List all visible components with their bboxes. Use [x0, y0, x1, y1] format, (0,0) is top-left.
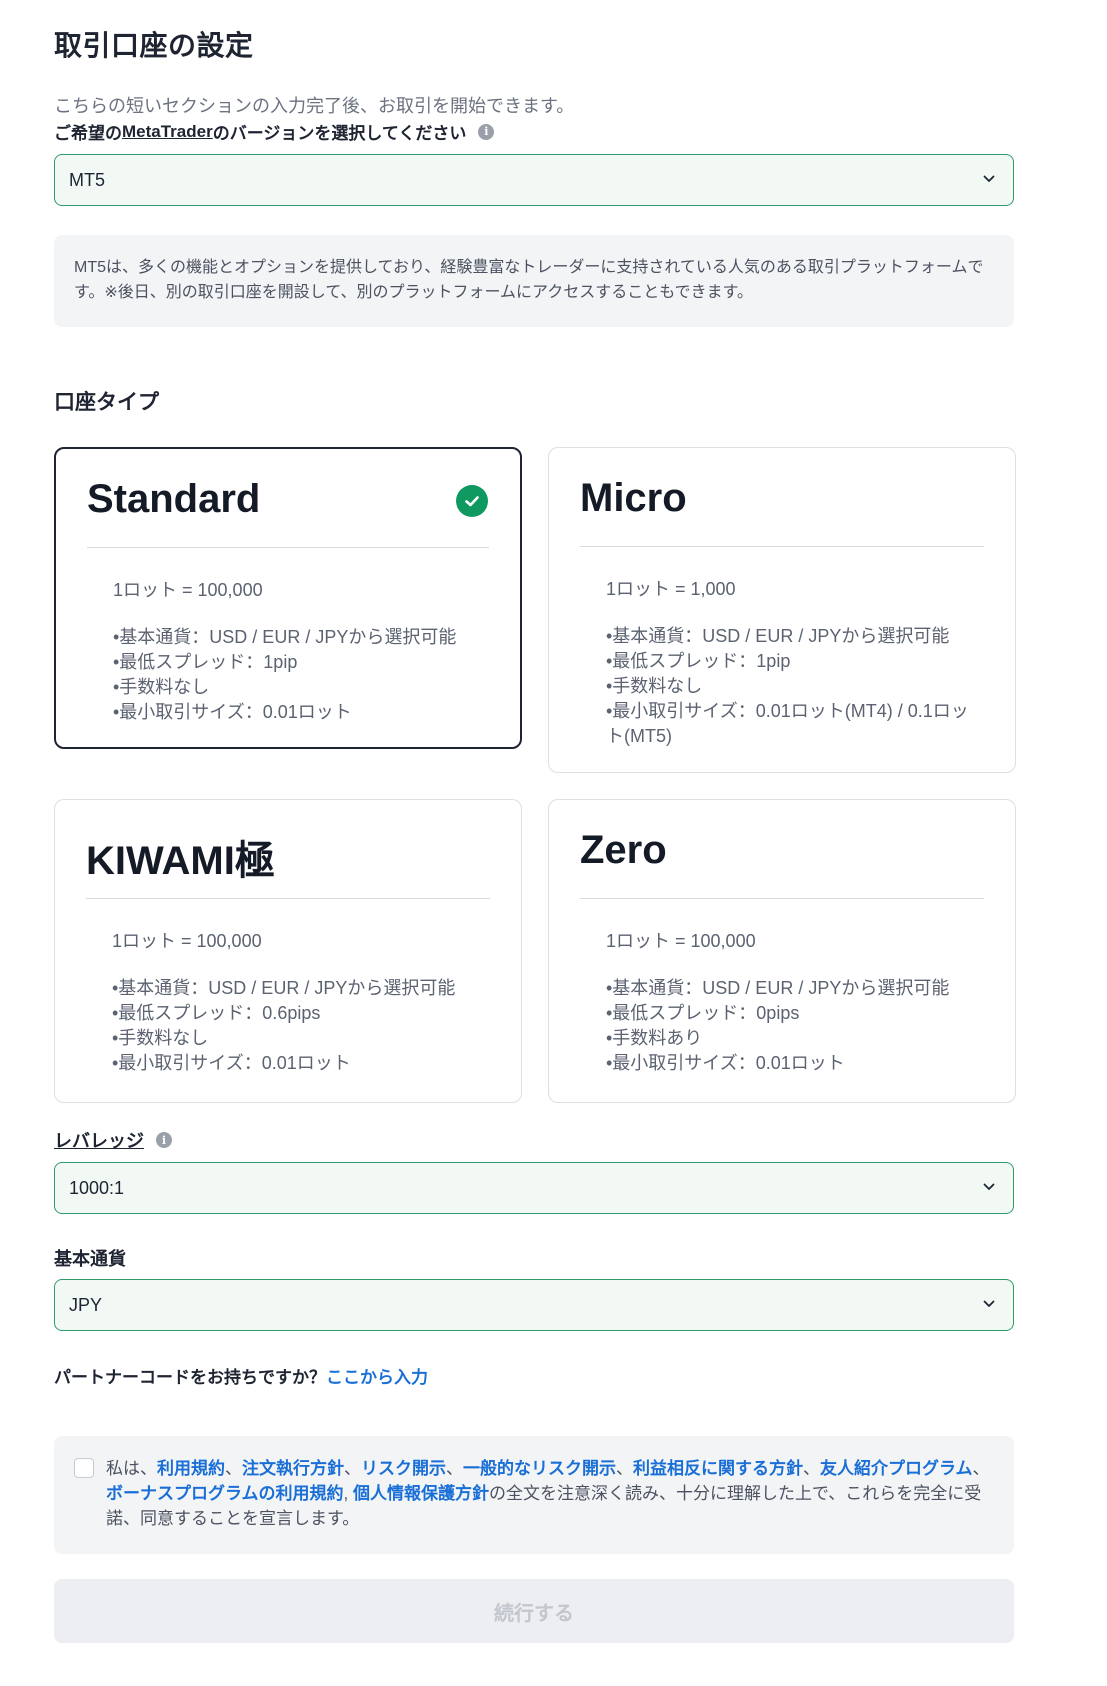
page-title: 取引口座の設定 [54, 30, 254, 61]
page-subtitle: こちらの短いセクションの入力完了後、お取引を開始できます。 [54, 96, 575, 116]
separator: 、 [616, 1459, 633, 1478]
bonus-program-terms-link[interactable]: ボーナスプログラムの利用規約 [106, 1484, 344, 1503]
continue-button[interactable]: 続行する [54, 1579, 1014, 1643]
separator: 、 [344, 1459, 361, 1478]
card-feature: •最低スプレッド：0.6pips [112, 1003, 321, 1023]
info-icon[interactable]: i [156, 1132, 172, 1148]
card-feature: •最小取引サイズ：0.01ロット [112, 1053, 351, 1073]
platform-label-suffix: のバージョンを選択してください [212, 124, 467, 143]
agreement-prefix: 私は、 [106, 1459, 157, 1478]
card-features: •基本通貨：USD / EUR / JPYから選択可能 •最低スプレッド：0pi… [606, 976, 984, 1076]
platform-label: ご希望の MetaTrader のバージョンを選択してください i [54, 119, 495, 144]
card-features: •基本通貨：USD / EUR / JPYから選択可能 •最低スプレッド：1pi… [113, 625, 489, 725]
card-feature: •最低スプレッド：1pip [113, 652, 298, 672]
separator: 、 [803, 1459, 820, 1478]
account-card-zero[interactable]: Zero 1ロット = 100,000 •基本通貨：USD / EUR / JP… [548, 799, 1016, 1103]
card-title: Micro [580, 476, 687, 520]
card-title: KIWAMI極 [86, 839, 275, 883]
card-feature: •最小取引サイズ：0.01ロット [113, 702, 352, 722]
card-feature: •手数料なし [606, 676, 703, 696]
card-feature: •手数料なし [112, 1028, 209, 1048]
info-icon[interactable]: i [478, 123, 495, 140]
card-feature: •最小取引サイズ：0.01ロット [606, 1053, 845, 1073]
card-feature: •基本通貨：USD / EUR / JPYから選択可能 [606, 978, 950, 998]
account-card-standard[interactable]: Standard 1ロット = 100,000 •基本通貨：USD / EUR … [54, 447, 522, 749]
agreement-checkbox[interactable] [74, 1458, 94, 1478]
check-circle-icon [456, 485, 488, 517]
card-lot-size: 1ロット = 100,000 [606, 931, 756, 951]
conflict-of-interest-link[interactable]: 利益相反に関する方針 [633, 1459, 803, 1478]
platform-select-value: MT5 [69, 169, 105, 190]
leverage-label-text[interactable]: レバレッジ [54, 1127, 144, 1153]
leverage-label: レバレッジ i [54, 1127, 172, 1153]
card-divider [86, 898, 490, 899]
card-feature: •手数料あり [606, 1028, 703, 1048]
partner-code-link[interactable]: ここから入力 [326, 1368, 428, 1387]
partner-code-text: パートナーコードをお持ちですか？ [54, 1368, 326, 1387]
chevron-down-icon [983, 175, 995, 182]
card-feature: •基本通貨：USD / EUR / JPYから選択可能 [112, 978, 456, 998]
leverage-select[interactable]: 1000:1 [54, 1162, 1014, 1214]
card-features: •基本通貨：USD / EUR / JPYから選択可能 •最低スプレッド：0.6… [112, 976, 490, 1076]
terms-link[interactable]: 利用規約 [157, 1459, 225, 1478]
order-execution-policy-link[interactable]: 注文執行方針 [242, 1459, 344, 1478]
platform-select[interactable]: MT5 [54, 154, 1014, 206]
card-feature: •最低スプレッド：0pips [606, 1003, 800, 1023]
leverage-select-value: 1000:1 [69, 1177, 125, 1198]
general-risk-disclosure-link[interactable]: 一般的なリスク開示 [463, 1459, 616, 1478]
privacy-policy-link[interactable]: 個人情報保護方針 [353, 1484, 489, 1503]
partner-code-prompt: パートナーコードをお持ちですか？ここから入力 [54, 1363, 428, 1388]
card-title: Zero [580, 828, 667, 872]
separator: 、 [446, 1459, 463, 1478]
agreement-box: 私は、利用規約、注文執行方針、リスク開示、一般的なリスク開示、利益相反に関する方… [54, 1436, 1014, 1554]
card-feature: •最低スプレッド：1pip [606, 651, 791, 671]
separator: , [343, 1484, 353, 1503]
card-feature: •最小取引サイズ：0.01ロット(MT4) / 0.1ロット(MT5) [606, 701, 969, 746]
card-lot-size: 1ロット = 100,000 [112, 931, 262, 951]
card-divider [87, 547, 489, 548]
card-feature: •基本通貨：USD / EUR / JPYから選択可能 [113, 627, 457, 647]
card-feature: •手数料なし [113, 677, 210, 697]
card-divider [580, 898, 984, 899]
chevron-down-icon [983, 1300, 995, 1307]
card-title: Standard [87, 477, 261, 521]
metatrader-link[interactable]: MetaTrader [122, 122, 213, 142]
chevron-down-icon [983, 1183, 995, 1190]
separator: 、 [225, 1459, 242, 1478]
separator: 、 [972, 1459, 990, 1478]
card-feature: •基本通貨：USD / EUR / JPYから選択可能 [606, 626, 950, 646]
currency-label: 基本通貨 [54, 1249, 126, 1269]
card-divider [580, 546, 984, 547]
account-card-micro[interactable]: Micro 1ロット = 1,000 •基本通貨：USD / EUR / JPY… [548, 447, 1016, 773]
referral-program-link[interactable]: 友人紹介プログラム [820, 1459, 973, 1478]
card-lot-size: 1ロット = 1,000 [606, 579, 736, 599]
currency-select[interactable]: JPY [54, 1279, 1014, 1331]
currency-select-value: JPY [69, 1294, 103, 1315]
risk-disclosure-link[interactable]: リスク開示 [361, 1459, 446, 1478]
card-lot-size: 1ロット = 100,000 [113, 580, 263, 600]
account-card-kiwami[interactable]: KIWAMI極 1ロット = 100,000 •基本通貨：USD / EUR /… [54, 799, 522, 1103]
platform-label-prefix: ご希望の [54, 124, 122, 143]
platform-note: MT5は、多くの機能とオプションを提供しており、経験豊富なトレーダーに支持されて… [54, 235, 1014, 327]
account-type-title: 口座タイプ [54, 391, 159, 414]
card-features: •基本通貨：USD / EUR / JPYから選択可能 •最低スプレッド：1pi… [606, 624, 984, 749]
